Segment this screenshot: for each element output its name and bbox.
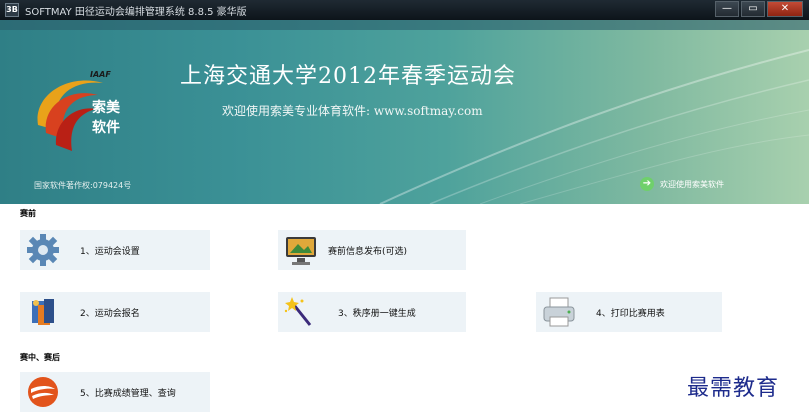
card-label: 赛前信息发布(可选) <box>328 246 408 257</box>
minimize-button[interactable]: — <box>715 1 739 17</box>
card-pre-event-info[interactable]: 赛前信息发布(可选) <box>278 230 466 270</box>
monitor-icon <box>286 237 316 265</box>
welcome-link[interactable]: ➔ 欢迎使用索美软件 <box>640 177 724 191</box>
arrow-right-icon: ➔ <box>640 177 654 191</box>
logo-swirl-icon <box>37 80 103 151</box>
card-results-management[interactable]: 5、比赛成绩管理、查询 <box>20 372 210 412</box>
watermark-text: 最需教育 <box>687 376 780 401</box>
welcome-link-label: 欢迎使用索美软件 <box>660 179 724 189</box>
card-registration[interactable]: 2、运动会报名 <box>20 292 210 332</box>
logo-text-line2: 软件 <box>92 120 120 136</box>
softmay-logo: IAAF 索美 软件 <box>28 65 138 165</box>
magic-wand-icon <box>284 297 312 326</box>
gear-icon <box>27 234 59 266</box>
card-label: 1、运动会设置 <box>80 246 140 257</box>
card-program-generate[interactable]: 3、秩序册一键生成 <box>278 292 466 332</box>
card-print-forms[interactable]: 4、打印比赛用表 <box>536 292 722 332</box>
event-title: 上海交通大学2012年春季运动会 <box>180 64 516 89</box>
logo-text-line1: 索美 <box>92 100 120 116</box>
printer-icon <box>543 297 575 327</box>
welcome-subtitle: 欢迎使用索美专业体育软件: www.softmay.com <box>222 104 483 118</box>
header-banner: IAAF 索美 软件 上海交通大学2012年春季运动会 欢迎使用索美专业体育软件… <box>0 20 809 204</box>
results-icon <box>28 377 58 407</box>
card-label: 3、秩序册一键生成 <box>338 308 416 319</box>
title-bar: 3B SOFTMAY 田径运动会编排管理系统 8.8.5 豪华版 — ▭ ✕ <box>0 0 809 20</box>
close-button[interactable]: ✕ <box>767 1 803 17</box>
card-label: 4、打印比赛用表 <box>596 308 665 319</box>
section-label-pre: 赛前 <box>20 209 36 218</box>
window-controls: — ▭ ✕ <box>715 1 803 17</box>
signup-icon <box>32 299 54 325</box>
window-title: SOFTMAY 田径运动会编排管理系统 8.8.5 豪华版 <box>25 6 247 18</box>
maximize-button[interactable]: ▭ <box>741 1 765 17</box>
card-label: 5、比赛成绩管理、查询 <box>80 388 176 399</box>
card-event-settings[interactable]: 1、运动会设置 <box>20 230 210 270</box>
copyright-text: 国家软件著作权:079424号 <box>34 181 132 190</box>
logo-iaaf: IAAF <box>90 70 111 79</box>
section-label-during: 赛中、赛后 <box>20 353 60 362</box>
card-label: 2、运动会报名 <box>80 308 140 319</box>
app-icon: 3B <box>5 3 19 17</box>
